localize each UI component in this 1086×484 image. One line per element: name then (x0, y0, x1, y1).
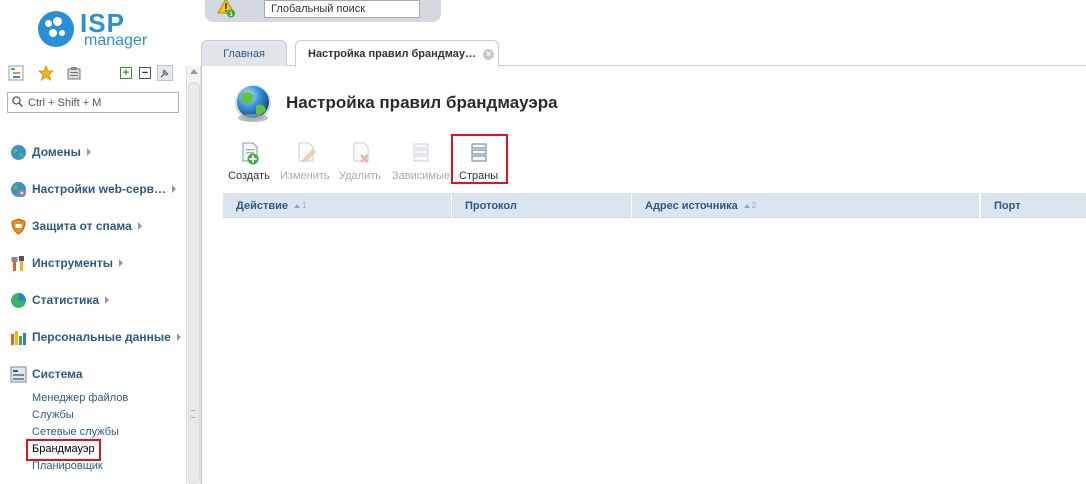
page-title: Настройка правил брандмауэра (286, 93, 558, 112)
tab-home[interactable]: Главная (201, 40, 287, 66)
warning-icon[interactable]: 1 (217, 0, 237, 18)
sidebar-item-label: Инструменты (32, 256, 114, 270)
chevron-right-icon (119, 259, 124, 267)
clipboard-icon[interactable] (66, 65, 82, 81)
chevron-right-icon (172, 185, 177, 193)
column-label: Адрес источника (645, 199, 738, 212)
column-header-protocol[interactable]: Протокол (452, 193, 632, 218)
firewall-globe-icon (235, 85, 271, 122)
column-label: Протокол (465, 199, 517, 212)
countries-highlight-box (451, 134, 508, 184)
edit-icon (298, 142, 316, 163)
pin-icon[interactable] (157, 65, 173, 81)
sidebar-item-spam-protection[interactable]: Защита от спама (10, 214, 142, 238)
sidebar-item-statistics[interactable]: Статистика (10, 288, 110, 312)
chevron-right-icon (176, 333, 181, 341)
sidebar-scrollbar[interactable] (186, 66, 201, 484)
sidebar-toolbar: + − (8, 64, 180, 84)
sort-indicator: 1 (294, 201, 306, 210)
chevron-right-icon (105, 296, 110, 304)
sidebar-item-label: Защита от спама (32, 219, 132, 233)
firewall-highlight-box (26, 439, 101, 461)
tab-label: Главная (223, 47, 265, 60)
dependents-icon (413, 143, 429, 162)
tab-strip: Главная Настройка правил брандмау… × (201, 40, 1086, 67)
column-header-port[interactable]: Порт (980, 193, 1086, 218)
edit-label: Изменить (280, 170, 330, 182)
sort-order: 2 (751, 201, 757, 210)
pie-chart-icon (11, 292, 26, 308)
sidebar-item-label: Домены (32, 145, 81, 159)
system-icon (10, 366, 27, 382)
dependents-button[interactable]: Зависимые (392, 140, 450, 182)
shield-icon (11, 217, 26, 235)
menu-search-input[interactable] (28, 96, 176, 109)
favorites-star-icon[interactable] (38, 65, 54, 81)
scrollbar-thumb[interactable] (188, 82, 200, 484)
sort-order: 1 (302, 201, 307, 210)
sidebar-item-tools[interactable]: Инструменты (10, 251, 124, 275)
tools-icon (11, 255, 24, 271)
column-header-action[interactable]: Действие 1 (223, 193, 452, 218)
create-label: Создать (228, 170, 270, 182)
sort-asc-icon (294, 203, 300, 208)
submenu-item-file-manager[interactable]: Менеджер файлов (32, 390, 128, 407)
scrollbar-grip-icon (191, 410, 195, 418)
sidebar-item-label: Система (32, 367, 83, 381)
sidebar-item-domains[interactable]: Домены (10, 140, 91, 164)
logo-subtitle: manager (84, 32, 148, 49)
global-search-input[interactable] (264, 0, 420, 18)
sort-indicator: 2 (743, 201, 757, 210)
expand-all-icon[interactable]: + (118, 65, 134, 81)
bar-chart-icon (11, 330, 26, 345)
globe-gear-icon (11, 181, 26, 197)
create-button[interactable]: Создать (228, 140, 270, 182)
system-submenu: Менеджер файлов Службы Сетевые службы Бр… (32, 390, 128, 475)
tab-firewall-rules[interactable]: Настройка правил брандмау… × (295, 40, 499, 67)
close-icon[interactable]: × (482, 48, 494, 60)
sort-asc-icon (743, 203, 750, 208)
search-icon (12, 96, 23, 107)
isp-manager-logo[interactable]: ISP manager (38, 8, 158, 50)
submenu-item-services[interactable]: Службы (32, 407, 128, 424)
rules-table-header: Действие 1 Протокол Адрес источника 2 По… (223, 193, 1086, 218)
sidebar-item-system[interactable]: Система (10, 362, 83, 386)
delete-label: Удалить (339, 170, 381, 182)
dependents-label: Зависимые (392, 170, 450, 182)
delete-button[interactable]: Удалить (339, 140, 381, 182)
sidebar-item-label: Настройки web-серв… (32, 182, 167, 196)
top-bar: 1 (205, 0, 441, 22)
menu-search-box (7, 92, 179, 113)
sidebar-item-label: Персональные данные (32, 330, 171, 344)
sidebar-item-personal-data[interactable]: Персональные данные (10, 325, 181, 349)
isp-manager-window: ISP manager 1 + − (0, 0, 1086, 484)
tab-label: Настройка правил брандмау… (308, 48, 476, 60)
sidebar-item-label: Статистика (32, 293, 100, 307)
tree-view-icon[interactable] (8, 65, 24, 81)
column-label: Действие (236, 199, 288, 212)
column-label: Порт (994, 199, 1021, 212)
main-panel-border (201, 66, 202, 484)
globe-icon (11, 144, 26, 160)
chevron-right-icon (86, 148, 91, 156)
delete-icon (353, 142, 369, 163)
create-icon (242, 142, 259, 165)
chevron-right-icon (137, 222, 142, 230)
collapse-all-icon[interactable]: − (137, 65, 153, 81)
logo-mark-icon (38, 11, 74, 47)
column-header-source-address[interactable]: Адрес источника 2 (632, 193, 980, 218)
edit-button[interactable]: Изменить (280, 140, 330, 182)
scroll-up-arrow-icon[interactable] (190, 69, 198, 74)
sidebar-item-web-settings[interactable]: Настройки web-серв… (10, 177, 177, 201)
